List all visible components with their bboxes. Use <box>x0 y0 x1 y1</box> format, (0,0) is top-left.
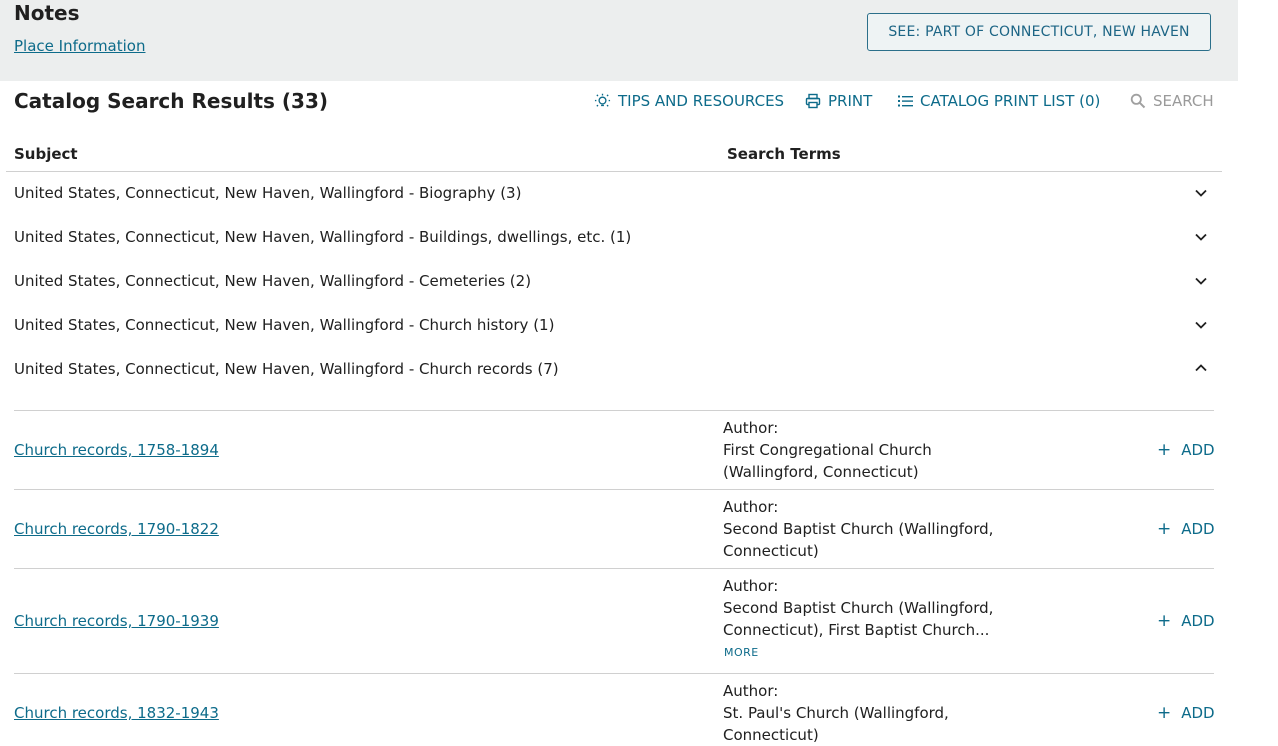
chevron-down-icon[interactable] <box>1194 186 1208 200</box>
subject-row-expanded[interactable]: United States, Connecticut, New Haven, W… <box>14 348 1214 392</box>
print-button[interactable]: PRINT <box>805 90 872 112</box>
author-name-line: (Wallingford, Connecticut) <box>723 463 919 481</box>
add-label: ADD <box>1181 441 1215 459</box>
results-title: Catalog Search Results (33) <box>14 89 328 113</box>
search-terms-column-header: Search Terms <box>727 145 841 163</box>
subject-label: United States, Connecticut, New Haven, W… <box>14 184 522 202</box>
place-information-link[interactable]: Place Information <box>14 36 145 56</box>
author-name-line: Connecticut) <box>723 542 819 560</box>
author-name-line: Connecticut), First Baptist Church... <box>723 621 990 639</box>
record-row: Church records, 1758-1894 Author: First … <box>14 411 1215 489</box>
record-author: Author: St. Paul's Church (Wallingford, … <box>723 680 1023 746</box>
record-title-link[interactable]: Church records, 1832-1943 <box>14 703 219 723</box>
chevron-down-icon[interactable] <box>1194 230 1208 244</box>
search-label: SEARCH <box>1153 92 1214 110</box>
author-name-line: Connecticut) <box>723 726 819 744</box>
add-button[interactable]: + ADD <box>1157 440 1215 460</box>
author-label: Author: <box>723 498 779 516</box>
notes-heading: Notes <box>14 1 80 25</box>
record-title-link[interactable]: Church records, 1790-1939 <box>14 611 219 631</box>
subject-row[interactable]: United States, Connecticut, New Haven, W… <box>14 216 1214 260</box>
search-button[interactable]: SEARCH <box>1130 90 1214 112</box>
record-author: Author: Second Baptist Church (Wallingfo… <box>723 496 1023 562</box>
author-label: Author: <box>723 419 779 437</box>
author-label: Author: <box>723 577 779 595</box>
subject-label: United States, Connecticut, New Haven, W… <box>14 360 559 378</box>
plus-icon: + <box>1157 440 1172 460</box>
tips-and-resources-button[interactable]: TIPS AND RESOURCES <box>594 90 784 112</box>
printer-icon <box>805 93 821 109</box>
record-title-link[interactable]: Church records, 1758-1894 <box>14 440 219 460</box>
record-title-link[interactable]: Church records, 1790-1822 <box>14 519 219 539</box>
add-button[interactable]: + ADD <box>1157 703 1215 723</box>
author-name-line: First Congregational Church <box>723 441 932 459</box>
plus-icon: + <box>1157 703 1172 723</box>
author-name-line: Second Baptist Church (Wallingford, <box>723 599 994 617</box>
notes-panel: Notes Place Information SEE: PART OF CON… <box>0 0 1238 81</box>
author-name-line: Second Baptist Church (Wallingford, <box>723 520 994 538</box>
list-icon <box>898 95 913 107</box>
catalog-print-list-button[interactable]: CATALOG PRINT LIST (0) <box>898 90 1100 112</box>
subject-column-header: Subject <box>14 145 78 163</box>
see-part-of-button[interactable]: SEE: PART OF CONNECTICUT, NEW HAVEN <box>867 13 1211 51</box>
catalog-print-list-label: CATALOG PRINT LIST (0) <box>920 92 1101 110</box>
plus-icon: + <box>1157 519 1172 539</box>
print-label: PRINT <box>828 92 873 110</box>
chevron-up-icon[interactable] <box>1194 361 1208 375</box>
subject-row[interactable]: United States, Connecticut, New Haven, W… <box>14 260 1214 304</box>
add-button[interactable]: + ADD <box>1157 519 1215 539</box>
record-row: Church records, 1790-1939 Author: Second… <box>14 569 1215 673</box>
subject-row[interactable]: United States, Connecticut, New Haven, W… <box>14 172 1214 216</box>
record-author: Author: First Congregational Church (Wal… <box>723 417 1023 483</box>
record-row: Church records, 1832-1943 Author: St. Pa… <box>14 674 1215 746</box>
author-label: Author: <box>723 682 779 700</box>
subject-row[interactable]: United States, Connecticut, New Haven, W… <box>14 304 1214 348</box>
add-button[interactable]: + ADD <box>1157 611 1215 631</box>
add-label: ADD <box>1181 520 1215 538</box>
search-icon <box>1130 93 1146 109</box>
subject-label: United States, Connecticut, New Haven, W… <box>14 272 532 290</box>
record-row: Church records, 1790-1822 Author: Second… <box>14 490 1215 568</box>
add-label: ADD <box>1181 704 1215 722</box>
lightbulb-icon <box>594 93 611 107</box>
subject-label: United States, Connecticut, New Haven, W… <box>14 316 555 334</box>
more-link[interactable]: MORE <box>723 646 1023 660</box>
record-author: Author: Second Baptist Church (Wallingfo… <box>723 575 1023 660</box>
plus-icon: + <box>1157 611 1172 631</box>
chevron-down-icon[interactable] <box>1194 318 1208 332</box>
add-label: ADD <box>1181 612 1215 630</box>
author-name-line: St. Paul's Church (Wallingford, <box>723 704 949 722</box>
subject-label: United States, Connecticut, New Haven, W… <box>14 228 632 246</box>
tips-label: TIPS AND RESOURCES <box>618 92 785 110</box>
chevron-down-icon[interactable] <box>1194 274 1208 288</box>
